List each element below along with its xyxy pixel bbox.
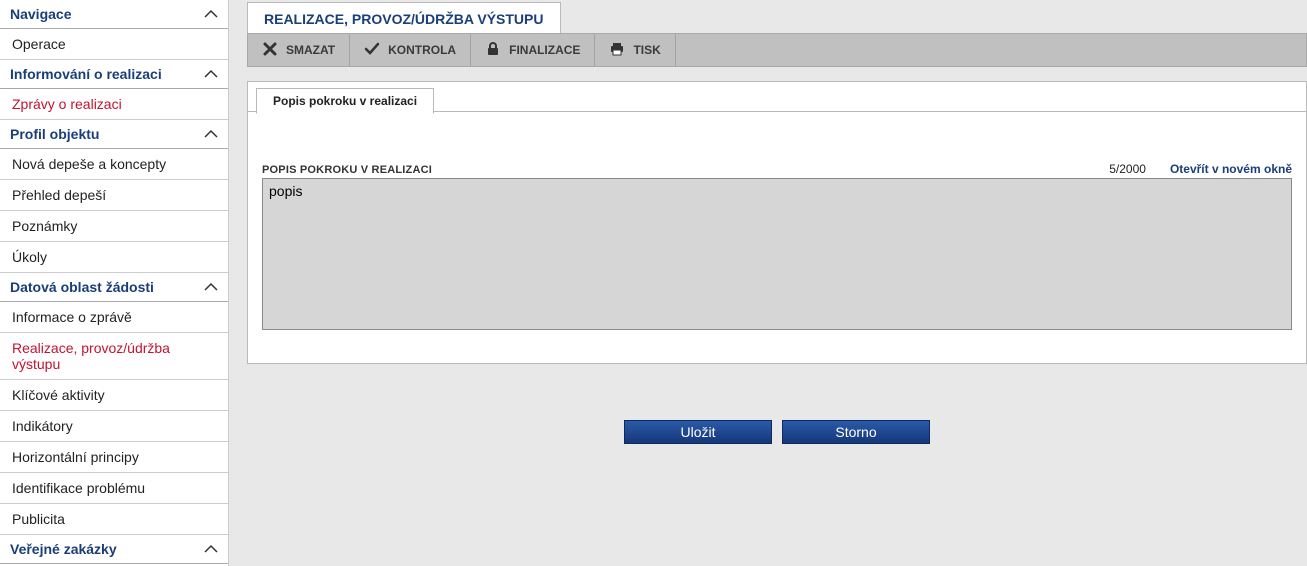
print-button[interactable]: TISK (595, 34, 675, 66)
nav-item-publicita[interactable]: Publicita (0, 504, 228, 535)
button-row: Uložit Storno (247, 420, 1307, 444)
nav-item-zpravy-o-realizaci[interactable]: Zprávy o realizaci (0, 89, 228, 120)
nav-header-verejne-zakazky[interactable]: Veřejné zakázky (0, 535, 228, 564)
nav-header-navigace[interactable]: Navigace (0, 0, 228, 29)
nav-header-profil-objektu[interactable]: Profil objektu (0, 120, 228, 149)
checkmark-icon (364, 41, 380, 60)
button-label: FINALIZACE (509, 43, 580, 57)
inner-tab-bar: Popis pokroku v realizaci (248, 82, 1306, 112)
toolbar: SMAZAT KONTROLA FINALIZACE TISK (247, 33, 1307, 67)
nav-header-label: Datová oblast žádosti (10, 279, 154, 295)
printer-icon (609, 41, 625, 60)
nav-header-label: Navigace (10, 6, 71, 22)
nav-item-operace[interactable]: Operace (0, 29, 228, 60)
lock-icon (485, 41, 501, 60)
button-label: TISK (633, 43, 660, 57)
nav-header-label: Veřejné zakázky (10, 541, 117, 557)
save-button[interactable]: Uložit (624, 420, 772, 444)
delete-button[interactable]: SMAZAT (248, 34, 350, 66)
chevron-up-icon (204, 67, 218, 82)
open-in-new-window-link[interactable]: Otevřít v novém okně (1170, 162, 1292, 176)
nav-item-klicove-aktivity[interactable]: Klíčové aktivity (0, 380, 228, 411)
chevron-up-icon (204, 542, 218, 557)
chevron-up-icon (204, 280, 218, 295)
field-label: POPIS POKROKU V REALIZACI (262, 164, 432, 176)
finalize-button[interactable]: FINALIZACE (471, 34, 595, 66)
nav-item-indikatory[interactable]: Indikátory (0, 411, 228, 442)
content-panel: Popis pokroku v realizaci POPIS POKROKU … (247, 81, 1307, 364)
chevron-up-icon (204, 127, 218, 142)
check-button[interactable]: KONTROLA (350, 34, 471, 66)
cross-icon (262, 41, 278, 60)
page-title-tab: REALIZACE, PROVOZ/ÚDRŽBA VÝSTUPU (247, 2, 561, 33)
cancel-button[interactable]: Storno (782, 420, 930, 444)
nav-item-nova-depese[interactable]: Nová depeše a koncepty (0, 149, 228, 180)
nav-header-label: Informování o realizaci (10, 66, 162, 82)
nav-item-realizace-provoz[interactable]: Realizace, provoz/údržba výstupu (0, 333, 228, 380)
nav-header-datova-oblast[interactable]: Datová oblast žádosti (0, 273, 228, 302)
button-label: KONTROLA (388, 43, 456, 57)
sidebar: Navigace Operace Informování o realizaci… (0, 0, 229, 566)
progress-description-textarea[interactable] (262, 178, 1292, 330)
main: REALIZACE, PROVOZ/ÚDRŽBA VÝSTUPU SMAZAT … (229, 0, 1307, 566)
nav-item-identifikace-problemu[interactable]: Identifikace problému (0, 473, 228, 504)
inner-tab-popis[interactable]: Popis pokroku v realizaci (256, 88, 434, 114)
nav-item-ukoly[interactable]: Úkoly (0, 242, 228, 273)
nav-item-poznamky[interactable]: Poznámky (0, 211, 228, 242)
nav-header-informovani[interactable]: Informování o realizaci (0, 60, 228, 89)
char-counter: 5/2000 (1109, 162, 1146, 176)
nav-item-prehled-depesi[interactable]: Přehled depeší (0, 180, 228, 211)
nav-item-horizontalni-principy[interactable]: Horizontální principy (0, 442, 228, 473)
chevron-up-icon (204, 7, 218, 22)
nav-item-informace-o-zprave[interactable]: Informace o zprávě (0, 302, 228, 333)
button-label: SMAZAT (286, 43, 335, 57)
nav-header-label: Profil objektu (10, 126, 99, 142)
